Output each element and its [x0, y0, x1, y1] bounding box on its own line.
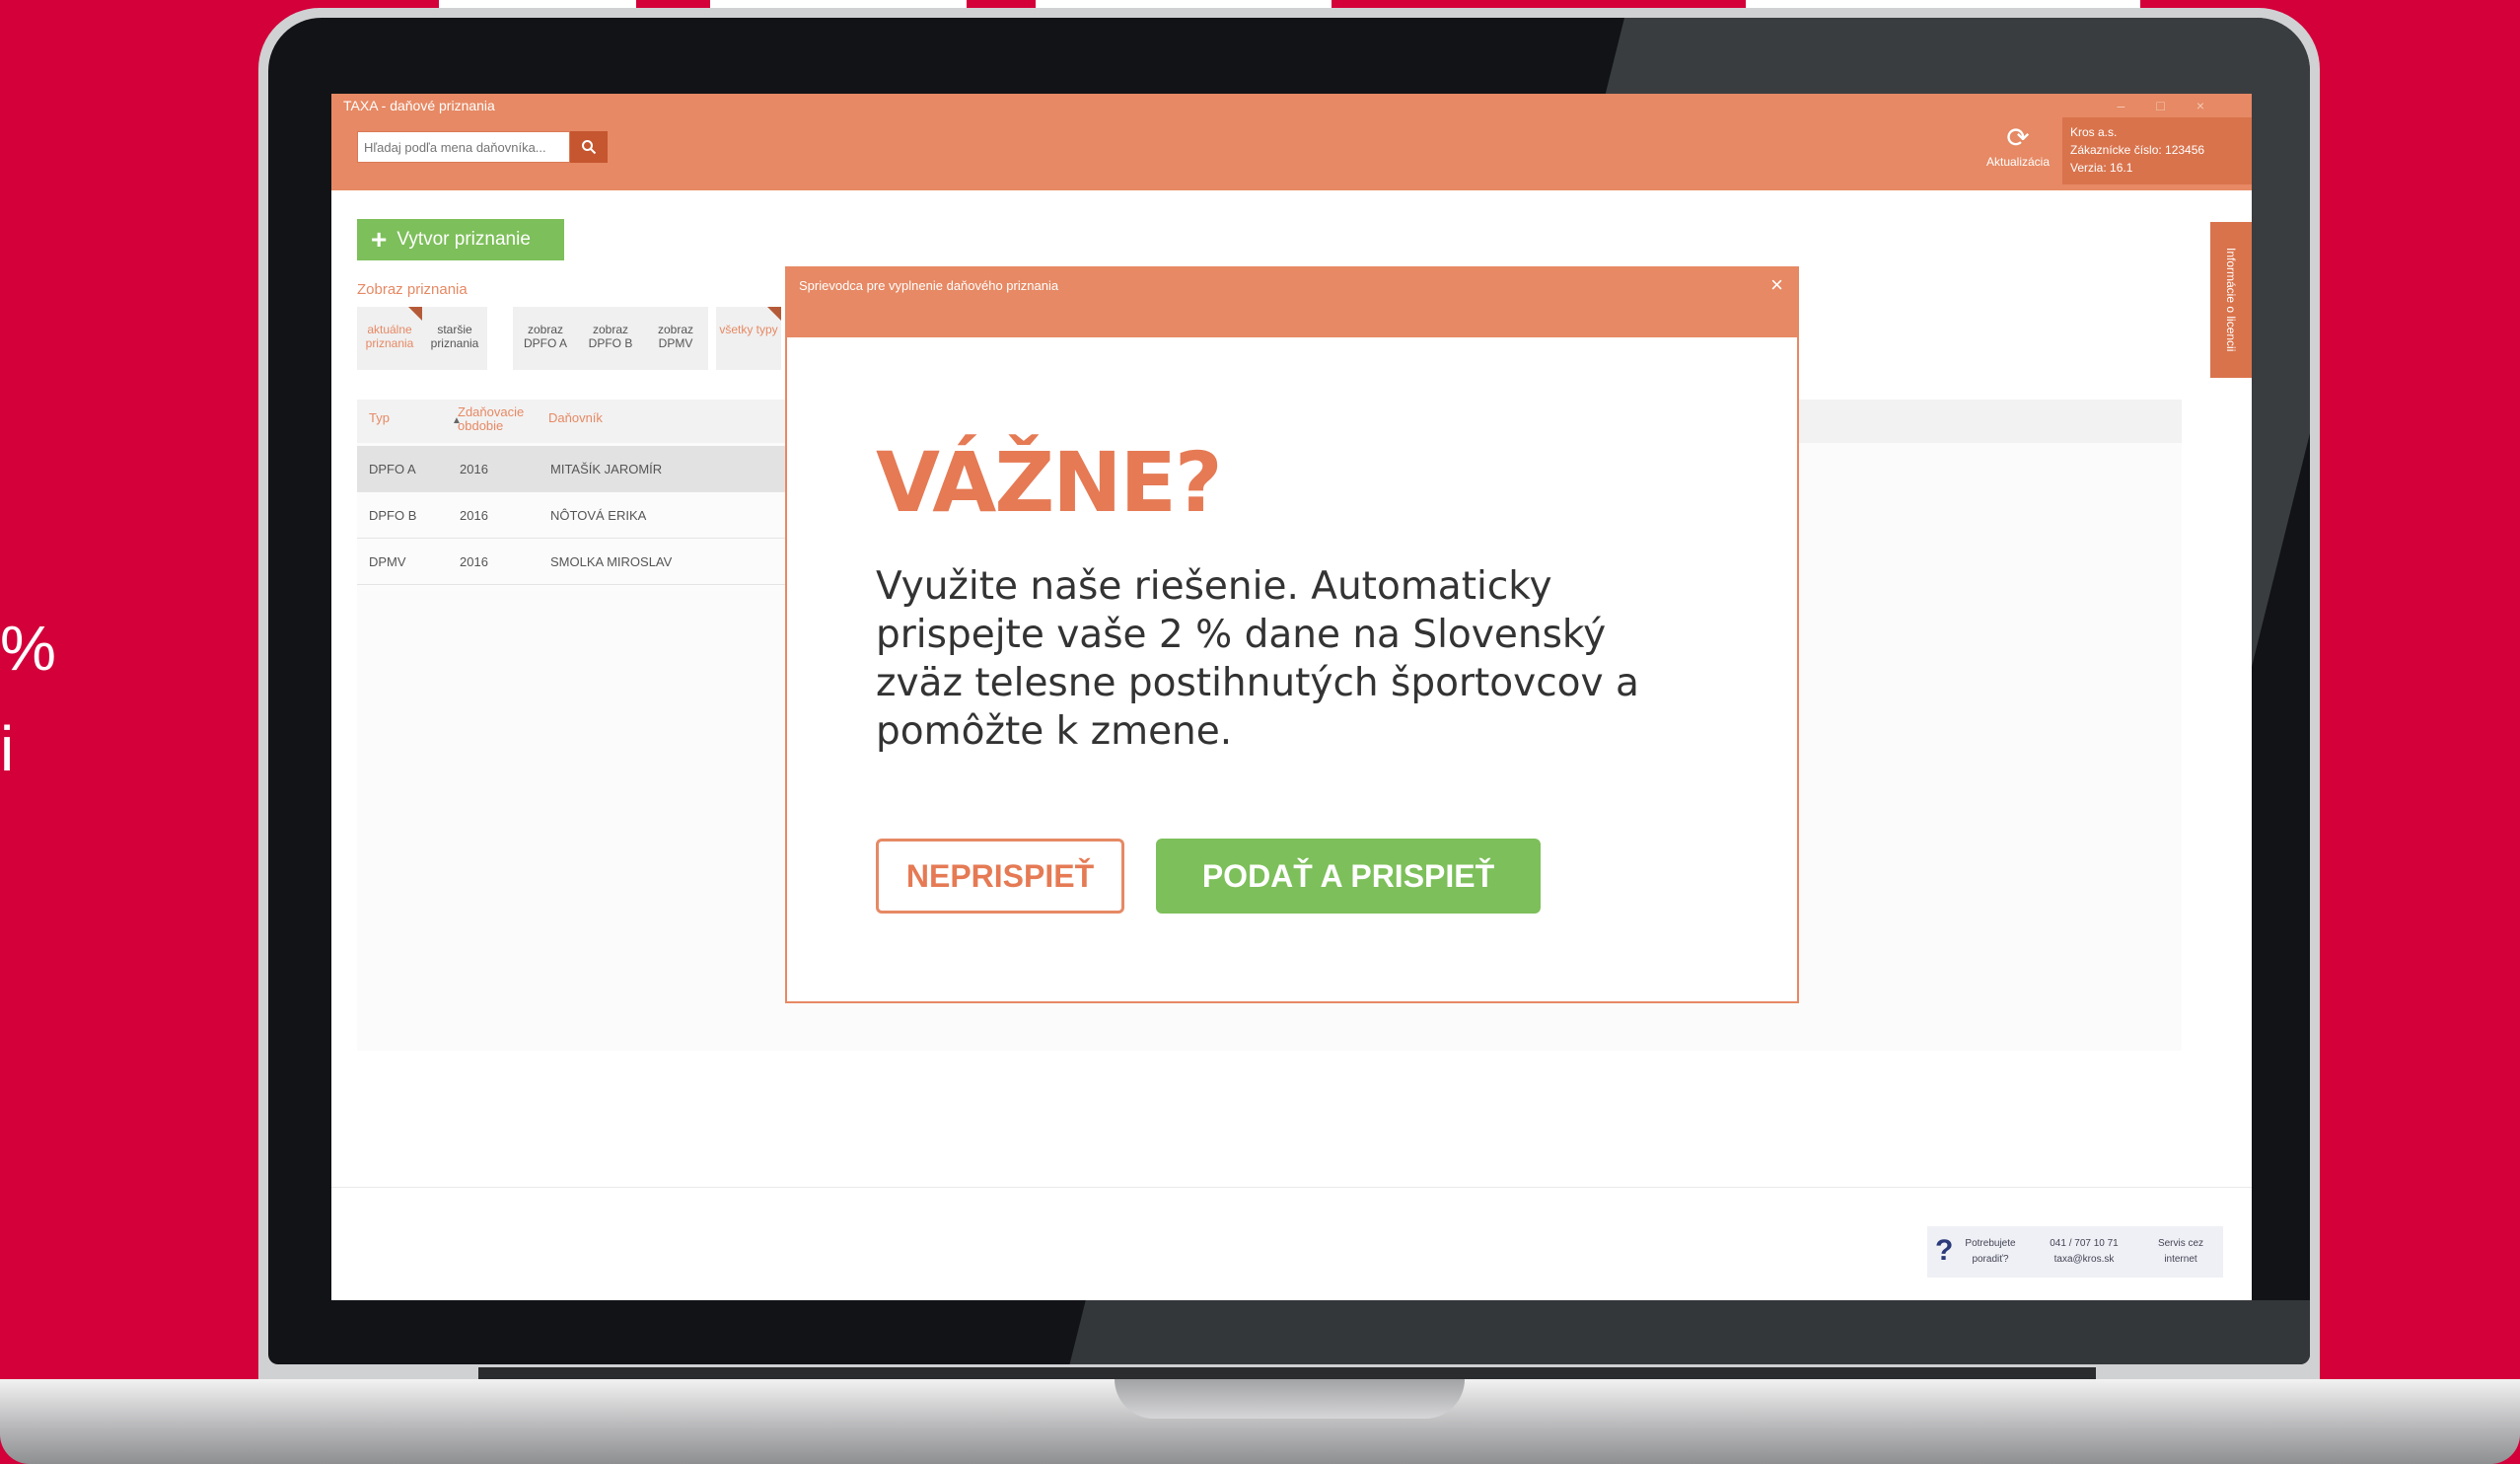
filter-dpfo-b[interactable]: zobraz DPFO B: [578, 307, 643, 370]
filter-dpmv[interactable]: zobraz DPMV: [643, 307, 708, 370]
app-window: TAXA - daňové priznania –□× ⟳ Aktualizác…: [331, 94, 2252, 1300]
maximize-icon[interactable]: □: [2156, 98, 2196, 113]
close-icon[interactable]: ×: [1770, 272, 1783, 298]
create-return-label: Vytvor priznanie: [396, 229, 531, 250]
remote-service-link[interactable]: Servis cez internet: [2146, 1236, 2215, 1268]
help-question-icon: ?: [1935, 1234, 1954, 1267]
customer-name: Kros a.s.: [2070, 125, 2118, 139]
footer-divider: [331, 1187, 2252, 1188]
filter-label: Zobraz priznania: [357, 281, 468, 298]
submit-and-donate-button[interactable]: PODAŤ A PRISPIEŤ: [1156, 839, 1541, 914]
selected-corner-icon: [408, 307, 422, 321]
app-header: TAXA - daňové priznania –□× ⟳ Aktualizác…: [331, 94, 2252, 190]
column-header-obdobie[interactable]: Zdaňovacie obdobie: [458, 405, 529, 433]
window-title: TAXA - daňové priznania: [343, 98, 495, 113]
laptop-notch: [1115, 1379, 1465, 1419]
column-header-danovnik[interactable]: Daňovník: [548, 411, 603, 425]
dialog-header: Sprievodca pre vyplnenie daňového prizna…: [787, 268, 1797, 337]
customer-info: Kros a.s. Zákaznícke číslo: 123456 Verzi…: [2062, 117, 2252, 184]
minimize-icon[interactable]: –: [2118, 98, 2157, 113]
decline-button[interactable]: NEPRISPIEŤ: [876, 839, 1124, 914]
search-icon: [582, 140, 597, 155]
filter-current-returns[interactable]: aktuálne priznania: [357, 307, 422, 370]
app-version: Verzia: 16.1: [2070, 161, 2133, 175]
plus-icon: +: [371, 224, 388, 255]
customer-number: Zákaznícke číslo: 123456: [2070, 143, 2205, 157]
help-need-text: Potrebujete poradiť?: [1965, 1238, 2016, 1265]
dialog-title: Sprievodca pre vyplnenie daňového prizna…: [799, 278, 1059, 293]
dialog-heading: VÁŽNE?: [876, 434, 1223, 531]
refresh-label: Aktualizácia: [1985, 155, 2051, 169]
table-row[interactable]: DPFO B 2016 NÔTOVÁ ERIKA: [357, 492, 811, 538]
help-panel[interactable]: ? Potrebujete poradiť? 041 / 707 10 71 t…: [1927, 1226, 2223, 1278]
create-return-button[interactable]: + Vytvor priznanie: [357, 219, 564, 260]
background-text-fragment: %: [0, 613, 56, 684]
refresh-icon: ⟳: [2006, 122, 2030, 153]
help-contact[interactable]: 041 / 707 10 71 taxa@kros.sk: [2030, 1236, 2138, 1268]
background-text-fragment: i: [0, 713, 15, 784]
dialog-message: Využite naše riešenie. Automaticky prisp…: [876, 564, 1639, 754]
column-header-typ[interactable]: Typ: [369, 411, 390, 425]
refresh-button[interactable]: ⟳ Aktualizácia: [1979, 122, 2057, 170]
filter-older-returns[interactable]: staršie priznania: [422, 307, 487, 370]
row-divider: [357, 584, 811, 585]
donation-dialog: Sprievodca pre vyplnenie daňového prizna…: [785, 266, 1799, 1003]
search-input[interactable]: [358, 132, 569, 162]
selected-corner-icon: [767, 307, 781, 321]
table-row[interactable]: DPFO A 2016 MITAŠÍK JAROMÍR: [357, 446, 811, 491]
filter-dpfo-a[interactable]: zobraz DPFO A: [513, 307, 578, 370]
search-field[interactable]: [357, 131, 570, 163]
license-info-tab[interactable]: Informácie o licencii: [2210, 222, 2252, 378]
bezel-glare: [1068, 1300, 2310, 1364]
window-controls[interactable]: –□×: [2118, 98, 2236, 113]
search-button[interactable]: [570, 131, 608, 163]
table-row[interactable]: DPMV 2016 SMOLKA MIROSLAV: [357, 539, 811, 584]
filter-all-types[interactable]: všetky typy: [716, 307, 781, 370]
close-window-icon[interactable]: ×: [2196, 98, 2236, 113]
